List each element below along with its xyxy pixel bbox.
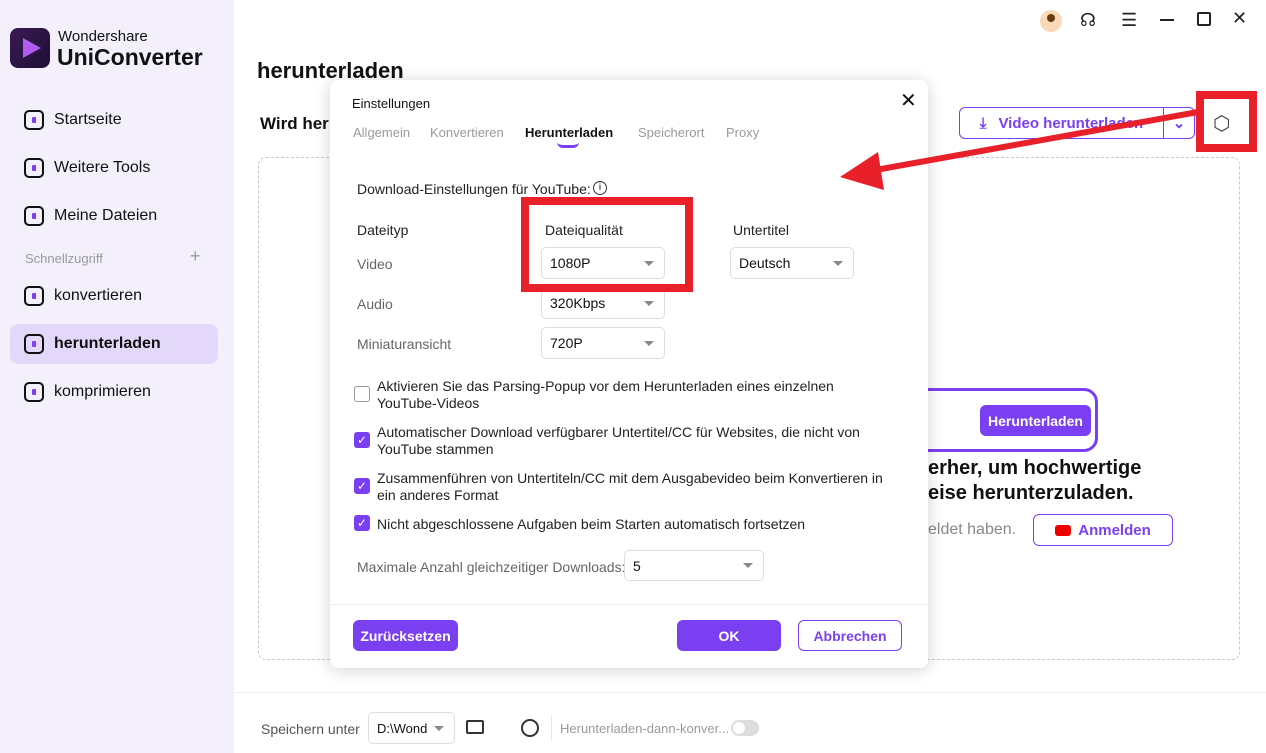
annotation-arrow [840, 109, 1199, 190]
